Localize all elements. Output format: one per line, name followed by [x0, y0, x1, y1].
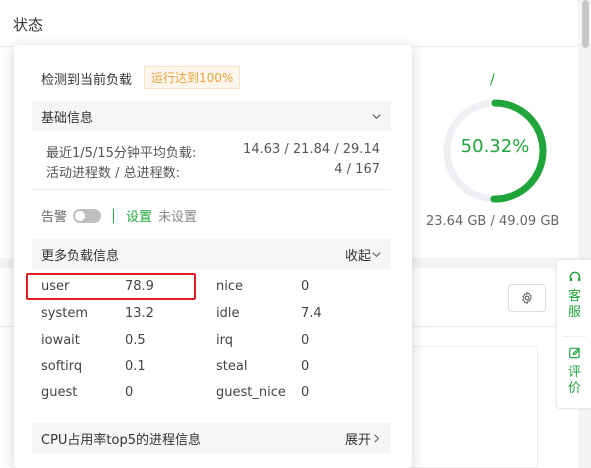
- load-detail-popover: 检测到当前负载 运行达到100% 基础信息 最近1/5/15分钟平均负载: 14…: [14, 45, 412, 468]
- basic-info-label: 基础信息: [41, 110, 94, 126]
- metric-value: 0.5: [125, 333, 146, 348]
- expand-button[interactable]: 展开: [345, 429, 382, 448]
- chevron-right-icon: [374, 433, 380, 443]
- popover-title: 检测到当前负载: [41, 73, 133, 88]
- metric-name: iowait: [41, 333, 80, 348]
- disk-size-text: 23.64 GB / 49.09 GB: [426, 214, 560, 229]
- alarm-label: 告警: [41, 210, 68, 225]
- chevron-down-icon: [372, 113, 381, 119]
- basic-info-header[interactable]: 基础信息: [32, 101, 391, 131]
- top5-process-header[interactable]: CPU占用率top5的进程信息 展开: [32, 423, 391, 453]
- collapse-button[interactable]: 收起: [345, 245, 382, 264]
- collapse-label: 收起: [344, 248, 371, 264]
- load-average-label: 最近1/5/15分钟平均负载:: [46, 146, 197, 161]
- disk-mount-label: /: [490, 72, 495, 88]
- customer-service-label: 客服: [567, 289, 581, 320]
- metric-value: 13.2: [125, 306, 154, 321]
- metric-name: system: [41, 306, 88, 321]
- chevron-down-icon: [372, 251, 381, 257]
- status-badge: 运行达到100%: [144, 66, 241, 89]
- edit-icon: [568, 347, 580, 359]
- divider: [563, 336, 586, 337]
- headset-icon: [569, 271, 580, 282]
- more-load-header: 更多负载信息 收起: [32, 239, 391, 269]
- alarm-status: 未设置: [158, 210, 198, 225]
- settings-button[interactable]: [508, 284, 546, 312]
- metric-name: irq: [216, 333, 233, 348]
- customer-service-button[interactable]: 客服: [557, 270, 591, 321]
- scrollbar-thumb[interactable]: [582, 0, 589, 48]
- review-label: 评价: [567, 365, 581, 396]
- disk-usage-percent: 50.32%: [460, 136, 530, 157]
- metric-name: idle: [216, 306, 240, 321]
- alarm-toggle[interactable]: [73, 208, 102, 223]
- metric-value: 0: [301, 279, 310, 294]
- divider: [32, 189, 391, 190]
- side-float-bar: 客服 评价: [556, 259, 591, 409]
- process-count-row: 活动进程数 / 总进程数: 4 / 167: [46, 162, 380, 181]
- metric-name: guest: [41, 385, 78, 400]
- metric-value: 0: [301, 385, 310, 400]
- load-average-row: 最近1/5/15分钟平均负载: 14.63 / 21.84 / 29.14: [46, 142, 380, 161]
- metric-value: 0: [301, 333, 310, 348]
- metric-value: 0: [301, 359, 310, 374]
- metric-name: guest_nice: [216, 385, 286, 400]
- status-title: 状态: [13, 16, 44, 34]
- metric-value: 7.4: [301, 306, 322, 321]
- gear-icon: [522, 292, 532, 304]
- process-count-label: 活动进程数 / 总进程数:: [46, 166, 181, 181]
- load-average-value: 14.63 / 21.84 / 29.14: [243, 142, 380, 157]
- metric-value: 0: [125, 385, 134, 400]
- top5-process-label: CPU占用率top5的进程信息: [41, 432, 202, 448]
- expand-label: 展开: [344, 432, 371, 448]
- metric-name: steal: [216, 359, 248, 374]
- alarm-row: 告警 设置 未设置: [41, 206, 197, 225]
- metric-value: 0.1: [125, 359, 146, 374]
- metric-name: nice: [216, 279, 243, 294]
- metric-name: softirq: [41, 359, 83, 374]
- review-button[interactable]: 评价: [557, 346, 591, 397]
- process-count-value: 4 / 167: [334, 162, 380, 177]
- divider: [113, 208, 115, 223]
- alarm-settings-link[interactable]: 设置: [126, 206, 152, 225]
- more-load-label: 更多负载信息: [41, 248, 120, 264]
- highlight-box: [26, 273, 196, 300]
